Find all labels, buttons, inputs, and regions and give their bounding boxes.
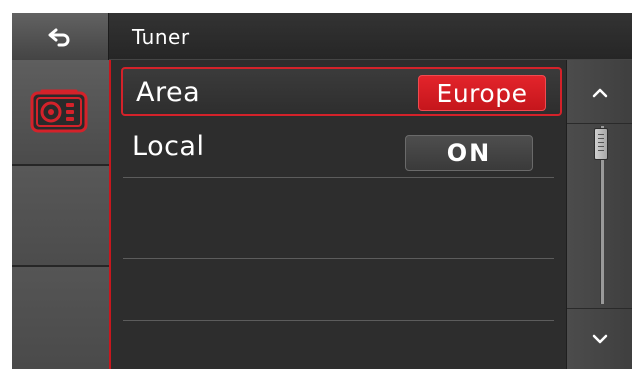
- row-label-area: Area: [136, 77, 201, 108]
- scroll-down-button[interactable]: [567, 308, 632, 369]
- chevron-up-icon: [592, 88, 607, 98]
- back-button[interactable]: [12, 13, 109, 60]
- sidebar-item-3[interactable]: [12, 267, 109, 369]
- list-row-empty-2[interactable]: [123, 260, 554, 321]
- sidebar-item-tuner[interactable]: [12, 60, 109, 166]
- tuner-screen: Tuner Local ON Area Europe: [12, 13, 632, 369]
- row-separator: [123, 320, 554, 321]
- title-bar: Tuner: [109, 13, 632, 60]
- list-row-empty-1[interactable]: [123, 198, 554, 259]
- area-value-button[interactable]: Europe: [418, 75, 546, 111]
- scrollbar: [566, 60, 632, 369]
- radio-icon: [30, 89, 88, 133]
- scroll-thumb[interactable]: [594, 128, 608, 160]
- list-row-local[interactable]: Local ON: [123, 119, 554, 178]
- sidebar: [12, 60, 109, 369]
- row-separator: [123, 258, 554, 259]
- chevron-down-icon: [592, 334, 607, 344]
- scroll-up-button[interactable]: [567, 63, 632, 124]
- page-title: Tuner: [132, 25, 190, 49]
- sidebar-item-2[interactable]: [12, 166, 109, 267]
- local-toggle-button[interactable]: ON: [405, 135, 533, 171]
- row-label-local: Local: [132, 131, 205, 162]
- list-row-area[interactable]: Area Europe: [121, 67, 562, 116]
- row-separator: [123, 177, 554, 178]
- back-arrow-icon: [48, 28, 70, 46]
